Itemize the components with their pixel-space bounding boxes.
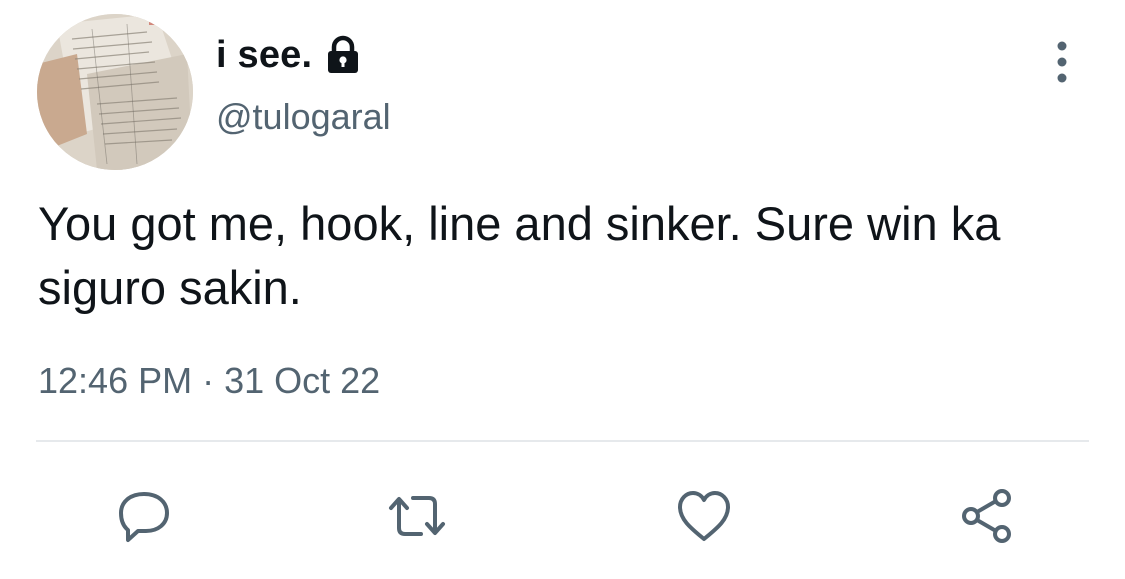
tweet-text: You got me, hook, line and sinker. Sure … xyxy=(38,197,1001,314)
reply-button[interactable] xyxy=(112,484,176,548)
share-icon xyxy=(962,489,1011,543)
reply-icon xyxy=(119,492,169,542)
display-name[interactable]: i see. xyxy=(216,34,312,77)
user-handle[interactable]: @tulogaral xyxy=(216,96,391,138)
display-name-row[interactable]: i see. xyxy=(216,30,362,80)
retweet-button[interactable] xyxy=(385,484,449,548)
meta-separator: · xyxy=(202,360,215,401)
more-vertical-icon[interactable] xyxy=(1042,38,1082,86)
avatar-image xyxy=(37,14,193,170)
tweet-card: i see. @tulogaral You got me, hook, line… xyxy=(0,0,1125,579)
share-button[interactable] xyxy=(955,484,1019,548)
tweet-time[interactable]: 12:46 PM xyxy=(38,360,192,402)
tweet-metadata: 12:46 PM · 31 Oct 22 xyxy=(38,360,380,402)
like-button[interactable] xyxy=(672,484,736,548)
divider xyxy=(36,440,1089,442)
heart-icon xyxy=(678,491,730,541)
tweet-date[interactable]: 31 Oct 22 xyxy=(224,360,380,402)
avatar[interactable] xyxy=(37,14,193,170)
lock-icon xyxy=(324,35,362,75)
retweet-icon xyxy=(389,496,445,536)
